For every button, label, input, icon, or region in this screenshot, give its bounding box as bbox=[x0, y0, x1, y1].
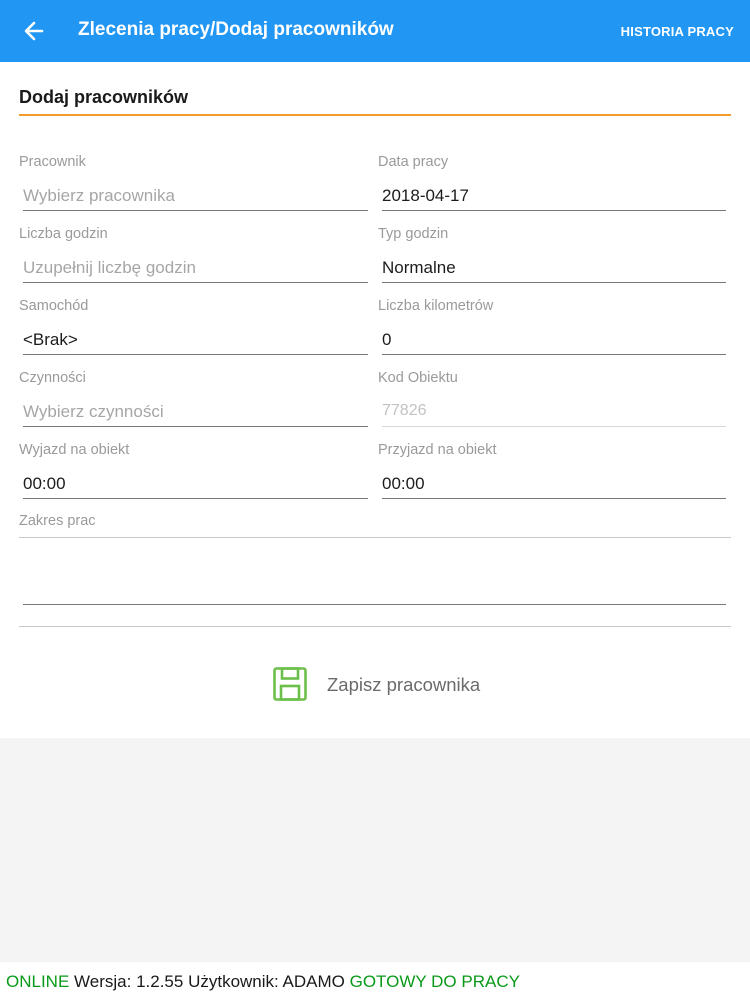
section-divider bbox=[19, 114, 731, 116]
save-employee-button[interactable]: Zapisz pracownika bbox=[270, 662, 510, 708]
car-underline bbox=[23, 354, 368, 355]
status-bar: ONLINE Wersja: 1.2.55 Użytkownik: ADAMO … bbox=[0, 962, 750, 1000]
user-text: Użytkownik: ADAMO bbox=[188, 972, 345, 991]
add-employee-form: Dodaj pracowników Pracownik Wybierz prac… bbox=[0, 62, 750, 738]
version-text: Wersja: 1.2.55 bbox=[74, 972, 184, 991]
work-date-input[interactable]: 2018-04-17 bbox=[382, 186, 469, 206]
section-title: Dodaj pracowników bbox=[19, 87, 189, 107]
object-code-label: Kod Obiektu bbox=[378, 370, 458, 386]
object-code-underline bbox=[382, 426, 726, 427]
arrival-label: Przyjazd na obiekt bbox=[378, 442, 497, 458]
app-bar: Zlecenia pracy/Dodaj pracowników HISTORI… bbox=[0, 0, 750, 62]
hours-label: Liczba godzin bbox=[19, 226, 108, 242]
car-label: Samochód bbox=[19, 298, 89, 314]
employee-input[interactable]: Wybierz pracownika bbox=[23, 186, 175, 206]
arrival-time-input[interactable]: 00:00 bbox=[382, 474, 425, 494]
scope-textarea[interactable] bbox=[19, 537, 731, 627]
arrival-underline bbox=[382, 498, 726, 499]
online-status: ONLINE bbox=[6, 972, 70, 991]
departure-time-input[interactable]: 00:00 bbox=[23, 474, 66, 494]
hours-underline bbox=[23, 282, 368, 283]
kilometers-input[interactable]: 0 bbox=[382, 330, 391, 350]
hours-type-label: Typ godzin bbox=[378, 226, 449, 242]
work-date-label: Data pracy bbox=[378, 154, 449, 170]
floppy-disk-icon bbox=[273, 667, 307, 701]
ready-status: GOTOWY DO PRACY bbox=[349, 972, 520, 991]
departure-underline bbox=[23, 498, 368, 499]
kilometers-label: Liczba kilometrów bbox=[378, 298, 494, 314]
back-button[interactable] bbox=[20, 17, 50, 45]
hours-type-underline bbox=[382, 282, 726, 283]
page-title: Zlecenia pracy/Dodaj pracowników bbox=[78, 19, 394, 40]
work-date-underline bbox=[382, 210, 726, 211]
employee-label: Pracownik bbox=[19, 154, 86, 170]
departure-label: Wyjazd na obiekt bbox=[19, 442, 130, 458]
kilometers-underline bbox=[382, 354, 726, 355]
hours-type-select[interactable]: Normalne bbox=[382, 258, 456, 278]
activities-underline bbox=[23, 426, 368, 427]
history-button[interactable]: HISTORIA PRACY bbox=[621, 24, 734, 39]
scope-label: Zakres prac bbox=[19, 513, 96, 529]
save-employee-label: Zapisz pracownika bbox=[327, 674, 481, 695]
arrow-left-icon bbox=[24, 21, 44, 41]
object-code-input: 77826 bbox=[382, 402, 427, 419]
employee-underline bbox=[23, 210, 368, 211]
car-select[interactable]: <Brak> bbox=[23, 330, 78, 350]
hours-input[interactable]: Uzupełnij liczbę godzin bbox=[23, 258, 196, 278]
scope-underline bbox=[23, 604, 726, 605]
activities-input[interactable]: Wybierz czynności bbox=[23, 402, 164, 422]
activities-label: Czynności bbox=[19, 370, 86, 386]
